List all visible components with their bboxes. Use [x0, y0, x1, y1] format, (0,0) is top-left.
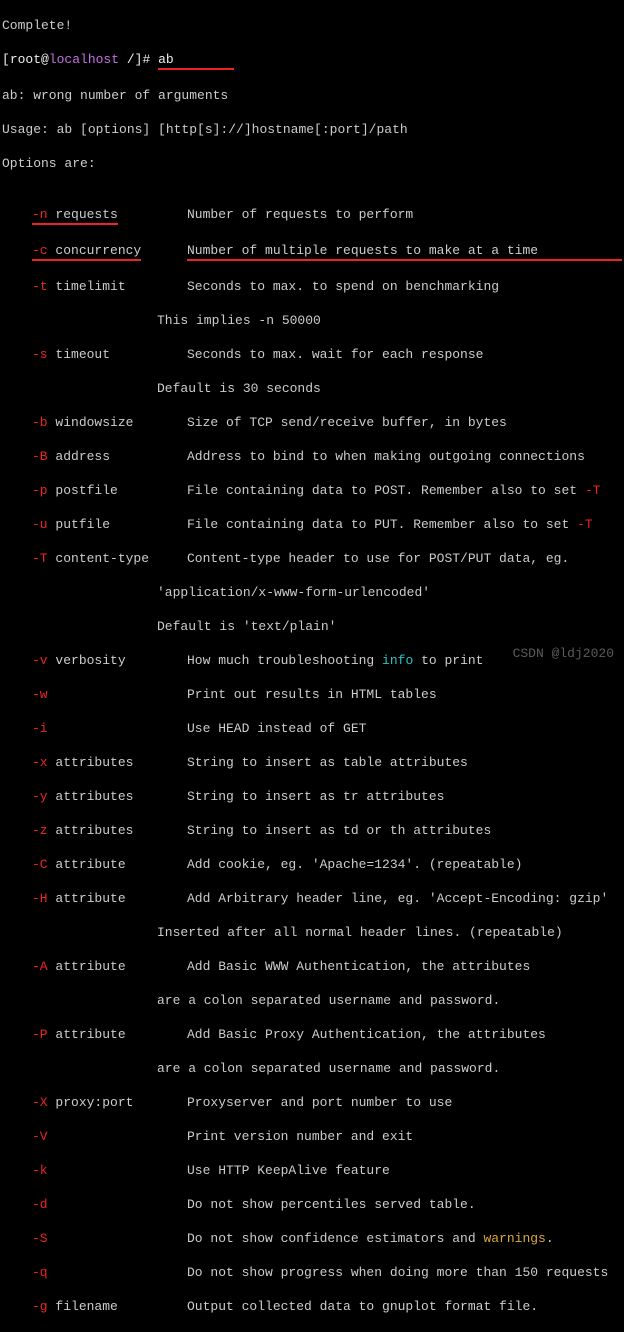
opt-s-cont: Default is 30 seconds	[2, 380, 622, 397]
opt-y: -y attributesString to insert as tr attr…	[2, 788, 622, 805]
opt-B: -B addressAddress to bind to when making…	[2, 448, 622, 465]
opt-S: -SDo not show confidence estimators and …	[2, 1230, 622, 1247]
opt-H: -H attributeAdd Arbitrary header line, e…	[2, 890, 622, 907]
opt-i: -iUse HEAD instead of GET	[2, 720, 622, 737]
terminal-output: Complete! [root@localhost /]# ab ab: wro…	[0, 0, 624, 1332]
opt-u: -u putfileFile containing data to PUT. R…	[2, 516, 622, 533]
opt-T: -T content-typeContent-type header to us…	[2, 550, 622, 567]
opt-X: -X proxy:portProxyserver and port number…	[2, 1094, 622, 1111]
opt-t-cont: This implies -n 50000	[2, 312, 622, 329]
status-line: Complete!	[2, 17, 622, 34]
opt-P-cont: are a colon separated username and passw…	[2, 1060, 622, 1077]
opt-g: -g filenameOutput collected data to gnup…	[2, 1298, 622, 1315]
opt-A-cont: are a colon separated username and passw…	[2, 992, 622, 1009]
opt-z: -z attributesString to insert as td or t…	[2, 822, 622, 839]
opt-T-cont1: 'application/x-www-form-urlencoded'	[2, 584, 622, 601]
opt-q: -qDo not show progress when doing more t…	[2, 1264, 622, 1281]
opt-T-cont2: Default is 'text/plain'	[2, 618, 622, 635]
opt-k: -kUse HTTP KeepAlive feature	[2, 1162, 622, 1179]
opt-w: -wPrint out results in HTML tables	[2, 686, 622, 703]
opt-V: -VPrint version number and exit	[2, 1128, 622, 1145]
opt-d: -dDo not show percentiles served table.	[2, 1196, 622, 1213]
opt-n: -n requestsNumber of requests to perform	[2, 206, 622, 225]
opt-c: -c concurrencyNumber of multiple request…	[2, 242, 622, 261]
opt-P: -P attributeAdd Basic Proxy Authenticati…	[2, 1026, 622, 1043]
prompt-line: [root@localhost /]# ab	[2, 51, 622, 70]
error-line: ab: wrong number of arguments	[2, 87, 622, 104]
usage-line: Usage: ab [options] [http[s]://]hostname…	[2, 121, 622, 138]
opt-C: -C attributeAdd cookie, eg. 'Apache=1234…	[2, 856, 622, 873]
opt-H-cont: Inserted after all normal header lines. …	[2, 924, 622, 941]
opt-t: -t timelimitSeconds to max. to spend on …	[2, 278, 622, 295]
opt-A: -A attributeAdd Basic WWW Authentication…	[2, 958, 622, 975]
opt-b: -b windowsizeSize of TCP send/receive bu…	[2, 414, 622, 431]
opt-p: -p postfileFile containing data to POST.…	[2, 482, 622, 499]
opt-x: -x attributesString to insert as table a…	[2, 754, 622, 771]
command-text: ab	[158, 51, 234, 70]
opt-s: -s timeoutSeconds to max. wait for each …	[2, 346, 622, 363]
watermark: CSDN @ldj2020	[513, 645, 614, 662]
options-header: Options are:	[2, 155, 622, 172]
